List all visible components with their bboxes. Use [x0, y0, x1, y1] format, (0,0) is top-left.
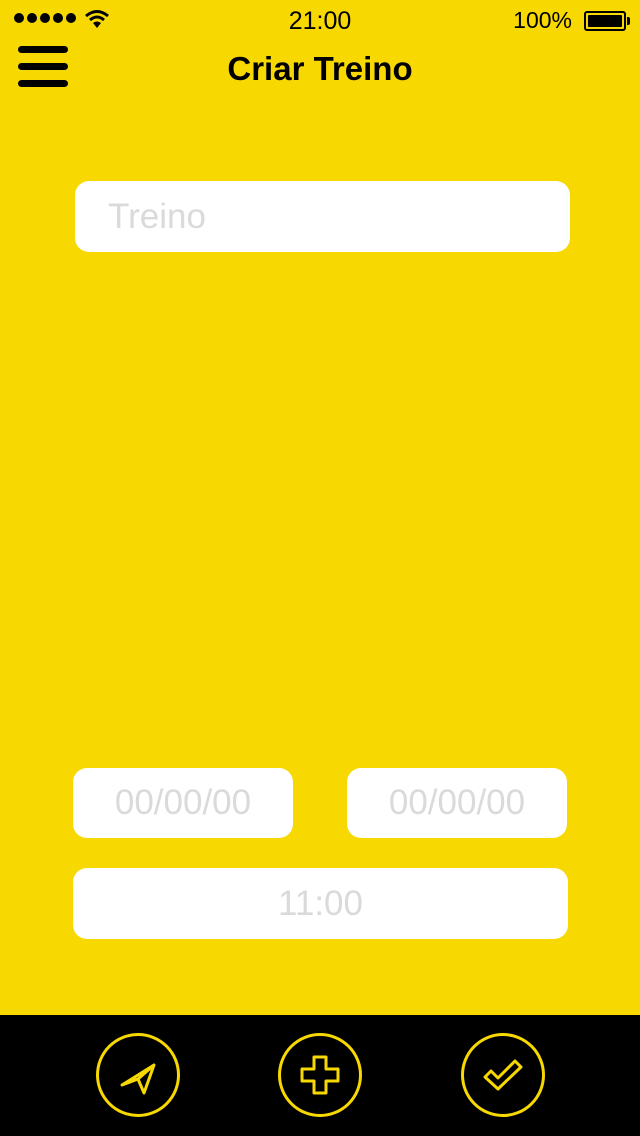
status-bar: 21:00 100% [0, 0, 640, 40]
battery-icon [584, 11, 630, 31]
page-title: Criar Treino [227, 50, 413, 87]
confirm-button[interactable] [461, 1033, 545, 1117]
send-icon [120, 1063, 156, 1095]
check-icon [483, 1059, 523, 1091]
battery-percentage: 100% [513, 7, 572, 33]
end-date-input[interactable] [347, 768, 567, 838]
send-button[interactable] [96, 1033, 180, 1117]
plus-icon [300, 1055, 340, 1095]
bottom-toolbar [0, 1015, 640, 1136]
add-button[interactable] [278, 1033, 362, 1117]
workout-name-input[interactable] [75, 181, 570, 252]
start-date-input[interactable] [73, 768, 293, 838]
time-input[interactable] [73, 868, 568, 939]
